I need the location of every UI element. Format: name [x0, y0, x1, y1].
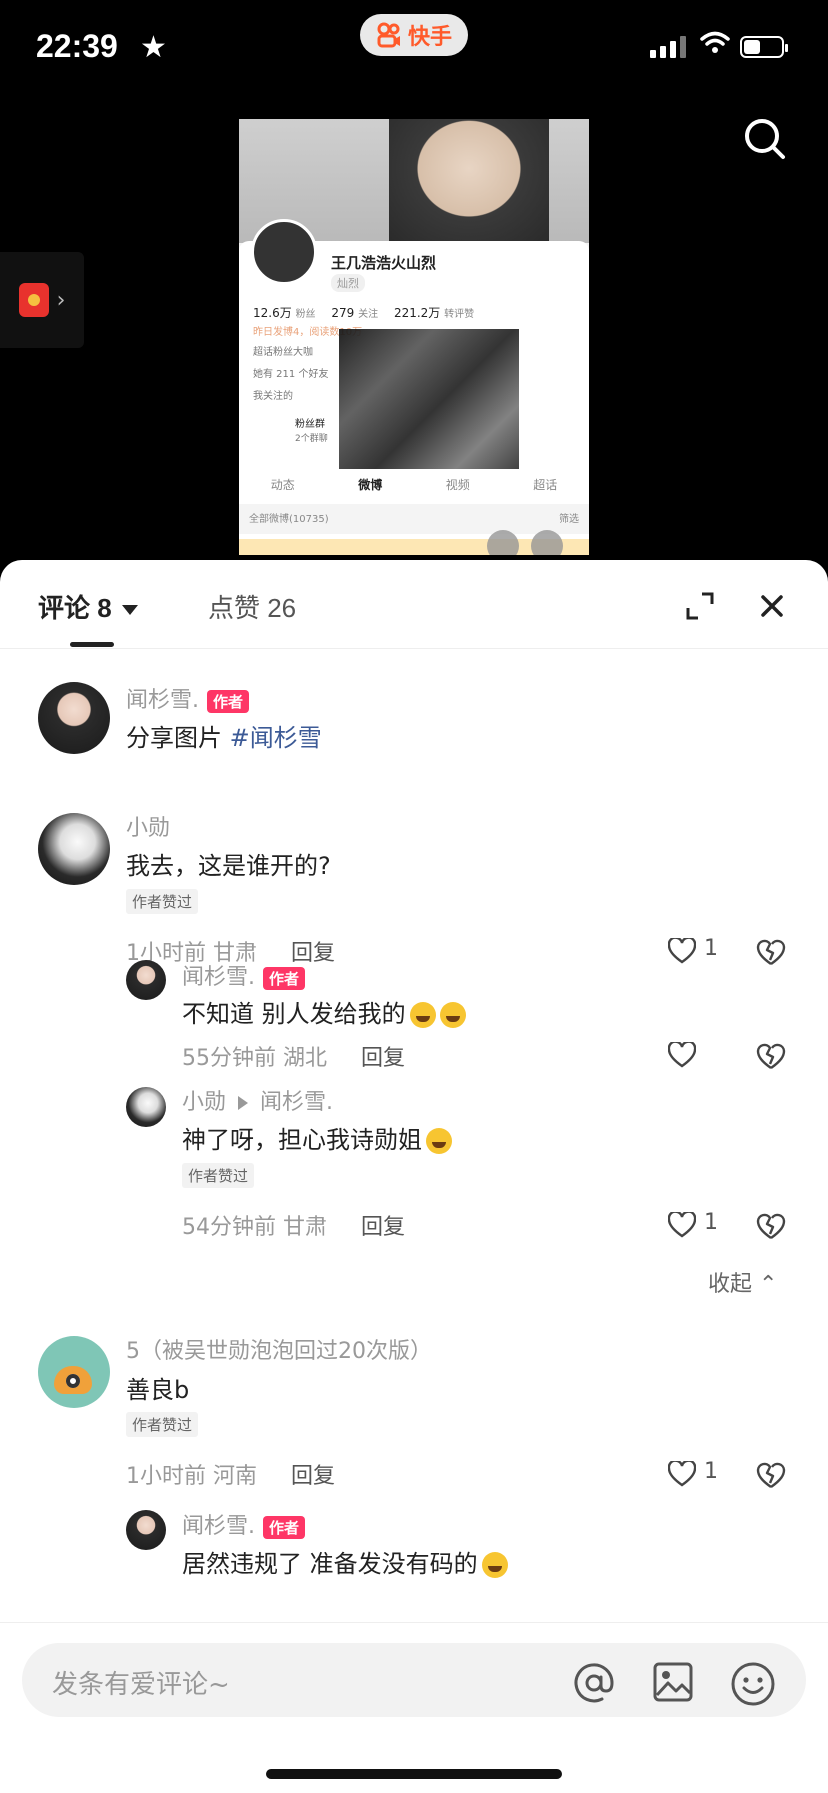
video-area: 22:39 ★ 快手 › 王几浩浩火山烈 灿烈 12.6万 粉丝 279 关注 …: [0, 0, 828, 580]
heart-eyes-emoji-icon: [426, 1128, 452, 1154]
divider: [0, 648, 828, 649]
avatar[interactable]: [126, 960, 166, 1000]
reply-username[interactable]: 闻杉雪. 作者: [182, 1508, 306, 1540]
comment-input-placeholder: 发条有爱评论~: [52, 1670, 230, 1700]
comment-text: 善良b: [126, 1376, 190, 1404]
emoji-icon[interactable]: [730, 1661, 776, 1711]
comment-text: 我去，这是谁开的?: [126, 852, 331, 880]
red-packet-icon: [18, 283, 49, 317]
dislike-icon[interactable]: [756, 1461, 786, 1489]
dislike-icon[interactable]: [756, 1042, 786, 1070]
profile-stats: 12.6万 粉丝 279 关注 221.2万 转评赞: [253, 306, 475, 320]
collapse-button[interactable]: 收起 ⌃: [708, 1266, 777, 1298]
heart-icon[interactable]: [667, 1040, 697, 1068]
profile-line: 她有 211 个好友: [253, 369, 329, 380]
banner-photo: [389, 119, 549, 243]
app-pill[interactable]: 快手: [360, 14, 468, 56]
profile-line: 我关注的: [253, 391, 293, 402]
reply-meta: 55分钟前 湖北 回复: [182, 1046, 406, 1071]
profile-line: 超话粉丝大咖: [253, 347, 313, 358]
author-tag: 作者: [263, 966, 306, 990]
app-name: 快手: [407, 25, 452, 50]
tab-likes[interactable]: 点赞 26: [208, 588, 296, 625]
profile-avatar: [251, 219, 317, 285]
like-count: 1: [704, 936, 718, 961]
tab-underline: [70, 642, 114, 647]
signal-icon: [650, 34, 686, 58]
expand-icon[interactable]: [686, 592, 714, 620]
comment-username[interactable]: 闻杉雪. 作者: [126, 682, 250, 714]
redaction-blur: [339, 329, 519, 469]
comment-username[interactable]: 小勋: [126, 810, 170, 842]
avatar[interactable]: [38, 682, 110, 754]
eye-roll-emoji-icon: [481, 1552, 508, 1578]
heart-icon[interactable]: [667, 936, 697, 964]
reply-username[interactable]: 小勋 闻杉雪.: [182, 1084, 333, 1116]
heart-icon[interactable]: [667, 1210, 697, 1238]
author-tag: 作者: [207, 689, 250, 713]
red-packet-entry[interactable]: ›: [0, 252, 84, 348]
grid-icon[interactable]: [531, 530, 563, 555]
avatar[interactable]: [126, 1510, 166, 1550]
image-icon[interactable]: [652, 1661, 694, 1707]
reply-button[interactable]: 回复: [361, 1215, 405, 1240]
close-icon[interactable]: [756, 590, 788, 622]
avatar[interactable]: [38, 1336, 110, 1408]
mention-icon[interactable]: [572, 1661, 616, 1709]
star-icon: ★: [140, 30, 167, 65]
profile-tabs: 动态 微博 视频 超话: [270, 477, 558, 492]
laugh-emoji-icon: [409, 1002, 436, 1028]
reply-arrow-icon: [238, 1096, 249, 1110]
dislike-icon[interactable]: [756, 1212, 786, 1240]
dislike-icon[interactable]: [756, 938, 786, 966]
profile-name: 王几浩浩火山烈: [331, 254, 437, 272]
reply-username[interactable]: 闻杉雪. 作者: [182, 959, 306, 991]
shared-image[interactable]: 王几浩浩火山烈 灿烈 12.6万 粉丝 279 关注 221.2万 转评赞 昨日…: [239, 119, 589, 555]
chevron-up-icon: ⌃: [759, 1272, 778, 1297]
status-time: 22:39: [36, 28, 118, 64]
comment-username[interactable]: 5（被吴世勋泡泡回过20次版）: [126, 1333, 432, 1365]
search-icon[interactable]: [740, 114, 790, 164]
reply-meta: 54分钟前 甘肃 回复: [182, 1215, 406, 1240]
caret-down-icon: [121, 605, 138, 616]
wifi-icon: [700, 30, 730, 58]
comment-sheet: 评论 8 点赞 26 闻杉雪. 作者 分享图片 #闻杉雪 小勋 我去，这是谁开的?…: [0, 560, 828, 1793]
fans-group-sub: 2个群聊: [295, 434, 328, 444]
author-liked-tag: 作者赞过: [126, 1412, 199, 1437]
reply-text: 神了呀，担心我诗勋姐: [182, 1120, 452, 1155]
like-count: 1: [704, 1459, 718, 1484]
chevron-right-icon: ›: [56, 287, 66, 313]
tab-comments[interactable]: 评论 8: [38, 588, 138, 625]
comment-list: 闻杉雪. 作者 分享图片 #闻杉雪 小勋 我去，这是谁开的? 作者赞过 1小时前 …: [0, 660, 828, 1700]
fans-group: 粉丝群: [295, 419, 325, 430]
grin-emoji-icon: [439, 1002, 466, 1028]
battery-icon: [740, 36, 788, 58]
heart-icon[interactable]: [667, 1459, 697, 1487]
comment-meta: 1小时前 河南 回复: [126, 1464, 336, 1489]
home-indicator: [266, 1769, 562, 1779]
reply-text: 居然违规了 准备发没有码的: [182, 1544, 508, 1579]
reply-button[interactable]: 回复: [291, 1464, 335, 1489]
author-tag: 作者: [263, 1515, 306, 1539]
download-icon[interactable]: [487, 530, 519, 555]
hashtag-link[interactable]: #闻杉雪: [230, 724, 322, 752]
reply-text: 不知道 别人发给我的: [182, 994, 466, 1029]
kuaishou-logo-icon: [376, 22, 402, 48]
like-count: 1: [704, 1210, 718, 1235]
reply-button[interactable]: 回复: [361, 1046, 405, 1071]
author-liked-tag: 作者赞过: [182, 1163, 255, 1188]
profile-footer: 全部微博(10735) 筛选: [239, 504, 589, 534]
avatar[interactable]: [38, 813, 110, 885]
profile-badge: 灿烈: [331, 274, 365, 292]
avatar[interactable]: [126, 1087, 166, 1127]
comment-text: 分享图片 #闻杉雪: [126, 724, 322, 752]
author-liked-tag: 作者赞过: [126, 889, 199, 914]
comment-input-bar: 发条有爱评论~: [0, 1622, 828, 1793]
